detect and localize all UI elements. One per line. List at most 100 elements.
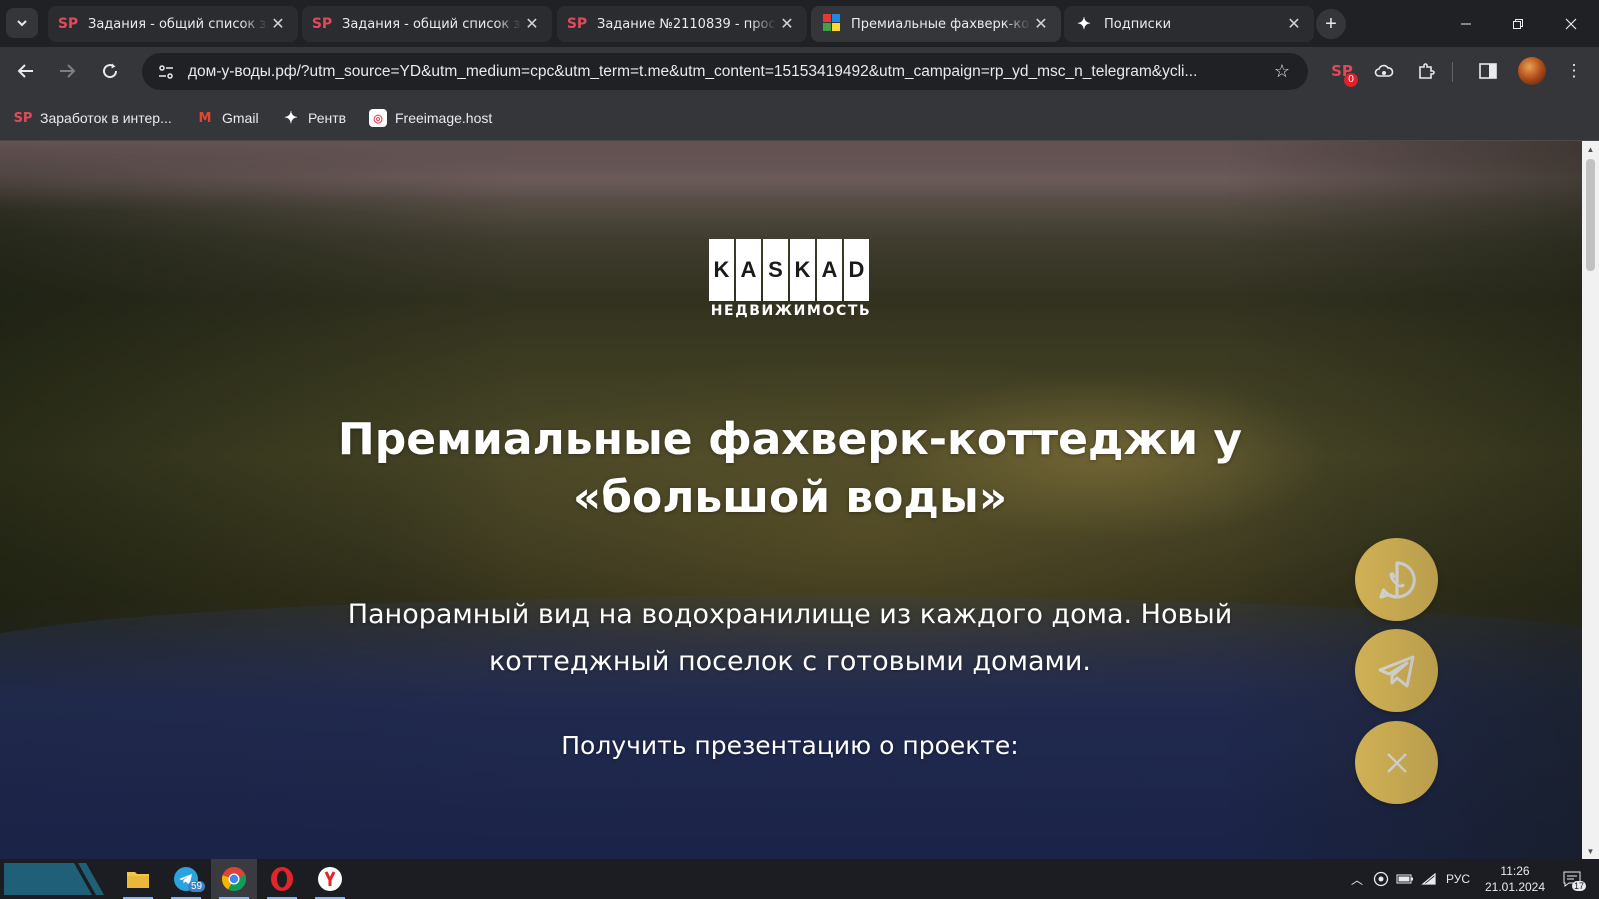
cloud-icon — [1374, 64, 1394, 77]
logo-letter: S — [763, 239, 788, 301]
tab-active[interactable]: Премиальные фахверк-кот ✕ — [811, 6, 1061, 42]
logo-letter: K — [790, 239, 815, 301]
logo-letter: A — [817, 239, 842, 301]
battery-tray-button[interactable] — [1394, 859, 1416, 899]
puzzle-icon — [1419, 63, 1435, 79]
battery-icon — [1396, 874, 1413, 884]
scroll-up-icon[interactable]: ▲ — [1582, 141, 1599, 157]
tab-2[interactable]: SP Задания - общий список за ✕ — [302, 6, 552, 42]
logo-letter: K — [709, 239, 734, 301]
file-explorer-button[interactable] — [115, 859, 161, 899]
tab-title: Подписки — [1104, 16, 1172, 32]
menu-button[interactable]: ⋮ — [1560, 57, 1588, 85]
tab-strip: SP Задания - общий список за ✕ SP Задани… — [0, 0, 1599, 47]
clock-time: 11:26 — [1500, 864, 1530, 878]
reload-icon — [103, 63, 118, 79]
arrow-left-icon — [17, 64, 33, 78]
circle-icon — [1373, 871, 1389, 887]
tab-5[interactable]: ✦ Подписки ✕ — [1064, 6, 1314, 42]
tab-title: Задания - общий список за — [88, 16, 268, 32]
opera-app-button[interactable] — [259, 859, 305, 899]
page-scrollbar[interactable]: ▲ ▼ — [1582, 141, 1599, 859]
minimize-button[interactable] — [1440, 0, 1492, 47]
url-text[interactable]: дом-у-воды.рф/?utm_source=YD&utm_medium=… — [188, 63, 1268, 81]
close-contacts-button[interactable] — [1355, 721, 1438, 804]
side-panel-button[interactable] — [1474, 57, 1502, 85]
sp-icon: SP — [566, 16, 588, 32]
close-icon[interactable]: ✕ — [777, 14, 797, 34]
logo-letters: K A S K A D — [709, 239, 873, 301]
notifications-button[interactable]: 17 — [1558, 859, 1587, 899]
close-icon[interactable]: ✕ — [1031, 14, 1051, 34]
kaskad-logo[interactable]: K A S K A D НЕДВИЖИМОСТЬ — [709, 239, 873, 319]
close-icon[interactable]: ✕ — [268, 14, 288, 34]
tray-app-icon[interactable] — [1370, 859, 1392, 899]
tab-3[interactable]: SP Задание №2110839 - прос ✕ — [557, 6, 807, 42]
bookmark-gmail[interactable]: M Gmail — [196, 106, 259, 130]
bookmark-star-icon[interactable]: ☆ — [1268, 61, 1296, 82]
vpn-extension-button[interactable] — [1370, 57, 1398, 85]
telegram-button[interactable] — [1355, 629, 1438, 712]
page-hero: K A S K A D НЕДВИЖИМОСТЬ Премиальные фах… — [0, 141, 1582, 859]
chrome-app-button[interactable] — [211, 859, 257, 899]
reload-button[interactable] — [94, 55, 126, 87]
chevron-up-icon: ︿ — [1350, 872, 1363, 887]
more-vertical-icon: ⋮ — [1565, 61, 1583, 80]
telegram-badge: 59 — [188, 881, 206, 892]
yandex-app-button[interactable] — [307, 859, 353, 899]
tray-overflow-button[interactable]: ︿ — [1346, 859, 1368, 899]
restore-button[interactable] — [1492, 0, 1544, 47]
close-icon[interactable]: ✕ — [522, 14, 542, 34]
bookmark-label: Freeimage.host — [395, 110, 493, 126]
bookmarks-bar: SP Заработок в интер... M Gmail ✦ Рентв … — [0, 95, 1599, 141]
restore-icon — [1513, 18, 1523, 29]
telegram-app-button[interactable]: 59 — [163, 859, 209, 899]
close-icon — [1386, 752, 1407, 773]
start-button[interactable] — [4, 863, 104, 895]
logo-subtitle: НЕДВИЖИМОСТЬ — [710, 303, 872, 319]
close-icon — [1565, 18, 1577, 29]
sp-extension-button[interactable]: SP 0 — [1328, 57, 1358, 87]
address-bar[interactable]: дом-у-воды.рф/?utm_source=YD&utm_medium=… — [142, 53, 1308, 90]
side-panel-icon — [1479, 63, 1497, 79]
tab-search-button[interactable] — [6, 8, 38, 38]
back-button[interactable] — [10, 55, 42, 87]
language-indicator[interactable]: РУС — [1442, 859, 1474, 899]
bookmark-label: Заработок в интер... — [40, 110, 172, 126]
hero-subtitle: Панорамный вид на водохранилище из каждо… — [347, 599, 1233, 677]
plus-icon: + — [1325, 12, 1337, 35]
sp-icon: SP — [57, 16, 79, 32]
bookmark-freeimage[interactable]: ◎ Freeimage.host — [369, 106, 492, 130]
clock-date: 21.01.2024 — [1484, 880, 1546, 894]
page-title: Премиальные фахверк-коттеджи у «большой … — [337, 414, 1243, 523]
site-settings-icon[interactable] — [154, 60, 178, 84]
folder-icon — [127, 872, 149, 888]
extensions-button[interactable] — [1412, 57, 1440, 85]
bookmark-earnings[interactable]: SP Заработок в интер... — [14, 106, 172, 130]
clock[interactable]: 11:26 21.01.2024 — [1480, 863, 1550, 895]
forward-button[interactable] — [51, 55, 83, 87]
toolbar-separator — [1452, 62, 1453, 82]
extension-badge: 0 — [1344, 73, 1358, 87]
telegram-icon — [1378, 655, 1414, 687]
freeimage-icon: ◎ — [369, 109, 387, 127]
new-tab-button[interactable]: + — [1316, 9, 1346, 39]
star-icon: ✦ — [284, 110, 298, 127]
minimize-icon — [1461, 23, 1471, 24]
whatsapp-button[interactable] — [1355, 538, 1438, 621]
chrome-icon — [222, 867, 246, 891]
network-tray-button[interactable] — [1418, 859, 1440, 899]
sp-icon: SP — [13, 110, 33, 126]
scrollbar-thumb[interactable] — [1586, 159, 1595, 271]
whatsapp-icon — [1378, 560, 1416, 599]
close-icon[interactable]: ✕ — [1284, 14, 1304, 34]
bookmark-label: Gmail — [222, 110, 259, 126]
tab-1[interactable]: SP Задания - общий список за ✕ — [48, 6, 298, 42]
scroll-down-icon[interactable]: ▼ — [1582, 843, 1599, 859]
close-window-button[interactable] — [1545, 0, 1597, 47]
notifications-count: 17 — [1572, 881, 1587, 891]
sp-icon: SP — [311, 16, 333, 32]
bookmark-rentv[interactable]: ✦ Рентв — [282, 106, 346, 130]
profile-avatar[interactable] — [1518, 57, 1546, 85]
wifi-icon — [1421, 872, 1436, 885]
